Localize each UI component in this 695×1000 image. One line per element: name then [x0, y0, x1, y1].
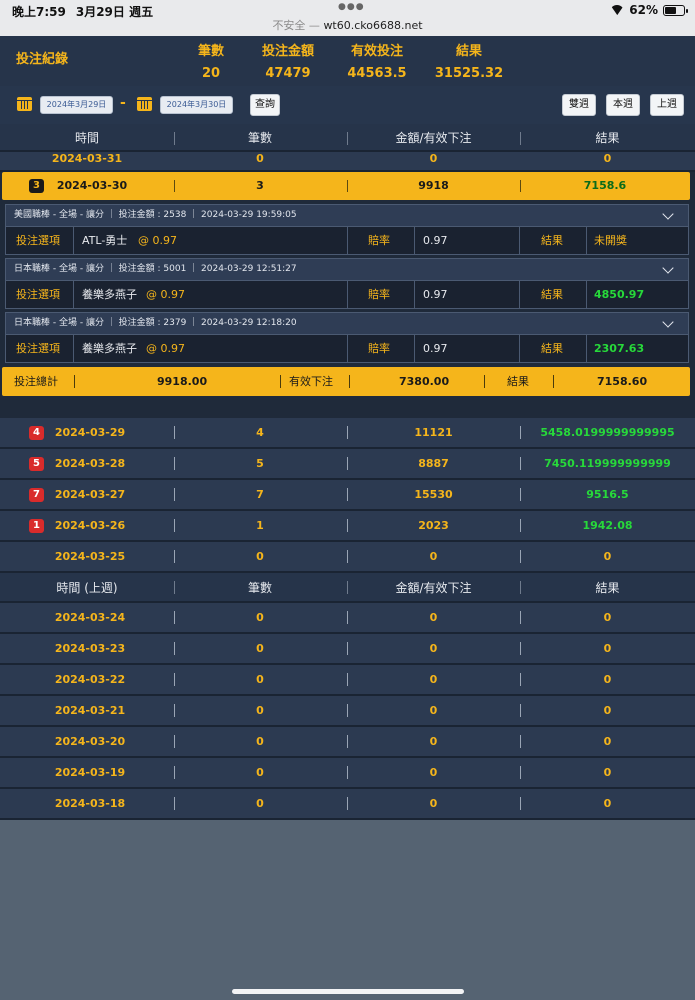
wifi-icon: [610, 5, 624, 15]
two-weeks-button[interactable]: 雙週: [562, 94, 596, 116]
table-row[interactable]: 2024-03-25 0 0 0: [0, 542, 695, 573]
query-button[interactable]: 查詢: [250, 94, 280, 116]
selected-row[interactable]: 3 2024-03-30 3 9918 7158.6: [2, 172, 690, 200]
table-row[interactable]: 2024-03-23 0 0 0: [0, 634, 695, 665]
last-week-header: 時間 (上週) 筆數 金額/有效下注 結果: [0, 573, 695, 603]
status-bar: 晚上7:59 3月29日 週五 ●●● 不安全 — wt60.cko6688.ne…: [0, 0, 695, 36]
expanded-day: 3 2024-03-30 3 9918 7158.6 美國職棒 - 全場 - 讓…: [0, 172, 695, 418]
address-bar[interactable]: 不安全 — wt60.cko6688.net: [0, 17, 695, 33]
insecure-label: 不安全 —: [272, 19, 320, 32]
table-row[interactable]: 2024-03-20 0 0 0: [0, 727, 695, 758]
date-separator: -: [120, 95, 126, 111]
table-row[interactable]: 2024-03-19 0 0 0: [0, 758, 695, 789]
bet-detail: 日本職棒 - 全場 - 讓分 ｜ 投注金額 : 5001 ｜ 2024-03-2…: [5, 258, 689, 309]
more-dots-icon[interactable]: ●●●: [338, 2, 365, 12]
table-row[interactable]: 2024-03-22 0 0 0: [0, 665, 695, 696]
bet-detail-header[interactable]: 美國職棒 - 全場 - 讓分 ｜ 投注金額 : 2538 ｜ 2024-03-2…: [5, 204, 689, 227]
bet-detail-header[interactable]: 日本職棒 - 全場 - 讓分 ｜ 投注金額 : 5001 ｜ 2024-03-2…: [5, 258, 689, 281]
table-row[interactable]: 2024-03-18 0 0 0: [0, 789, 695, 820]
calendar-icon[interactable]: [137, 97, 152, 111]
table-row[interactable]: 1 2024-03-26 1 2023 1942.08: [0, 511, 695, 542]
date-from-input[interactable]: 2024年3月29日: [40, 96, 113, 114]
calendar-icon[interactable]: [17, 97, 32, 111]
this-week-button[interactable]: 本週: [606, 94, 640, 116]
chevron-down-icon[interactable]: [662, 316, 674, 328]
chevron-down-icon[interactable]: [662, 208, 674, 220]
chevron-down-icon[interactable]: [662, 262, 674, 274]
summary-bar: 投注紀錄 筆數 20 投注金額 47479 有效投注 44563.5 結果 31…: [0, 36, 695, 86]
table-row[interactable]: 2024-03-31 0 0 0: [0, 152, 695, 172]
page-title: 投注紀錄: [16, 52, 69, 67]
table-row[interactable]: 5 2024-03-28 5 8887 7450.119999999999: [0, 449, 695, 480]
table-row[interactable]: 2024-03-24 0 0 0: [0, 603, 695, 634]
battery-percent: 62%: [629, 3, 658, 17]
bet-detail: 美國職棒 - 全場 - 讓分 ｜ 投注金額 : 2538 ｜ 2024-03-2…: [5, 204, 689, 255]
table-row[interactable]: 2024-03-21 0 0 0: [0, 696, 695, 727]
home-indicator[interactable]: [232, 989, 464, 994]
bet-detail: 日本職棒 - 全場 - 讓分 ｜ 投注金額 : 2379 ｜ 2024-03-2…: [5, 312, 689, 363]
summary-result: 結果 31525.32: [434, 44, 504, 81]
table-header: 時間 筆數 金額/有效下注 結果: [0, 124, 695, 152]
last-week-button[interactable]: 上週: [650, 94, 684, 116]
table-row[interactable]: 4 2024-03-29 4 11121 5458.0199999999995: [0, 418, 695, 449]
app: 投注紀錄 筆數 20 投注金額 47479 有效投注 44563.5 結果 31…: [0, 36, 695, 820]
records-table: 時間 筆數 金額/有效下注 結果 2024-03-31 0 0 0 3 2024…: [0, 124, 695, 820]
date-to-input[interactable]: 2024年3月30日: [160, 96, 233, 114]
table-row[interactable]: 7 2024-03-27 7 15530 9516.5: [0, 480, 695, 511]
date-controls: 2024年3月29日 - 2024年3月30日 查詢 雙週 本週 上週: [0, 86, 695, 124]
bet-total-row: 投注總計 9918.00 有效下注 7380.00 結果 7158.60: [2, 367, 690, 396]
url-text: wt60.cko6688.net: [323, 19, 423, 32]
bet-detail-header[interactable]: 日本職棒 - 全場 - 讓分 ｜ 投注金額 : 2379 ｜ 2024-03-2…: [5, 312, 689, 335]
battery-icon: [663, 4, 688, 16]
